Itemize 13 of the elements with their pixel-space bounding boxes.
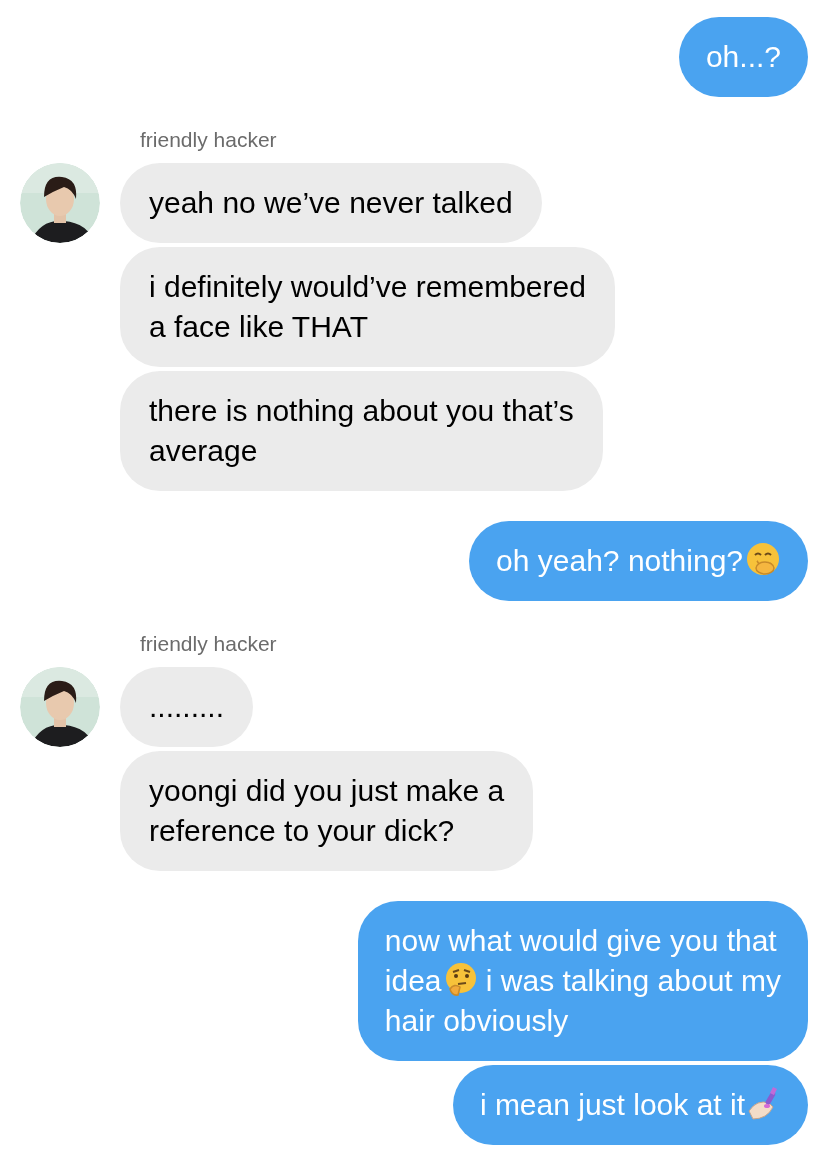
message-bubble: yoongi did you just make a reference to your dick?: [120, 751, 534, 871]
message-bubble: i mean just look at it: [452, 1065, 808, 1145]
message-bubble: oh yeah? nothing?: [469, 521, 808, 601]
message-bubble: .........: [120, 667, 253, 747]
giggle-emoji-icon: [745, 541, 781, 577]
message-bubble: yeah no we’ve never talked: [120, 163, 542, 243]
message-bubble: oh...?: [678, 17, 808, 97]
sender-name: friendly hacker: [139, 127, 278, 153]
message-bubble: now what would give you that idea i was talking about my hair obviously: [357, 901, 808, 1061]
message-bubble: there is nothing about you that’s average: [120, 371, 603, 491]
message-bubble: i definitely would’ve remembered a face like THAT: [120, 247, 615, 367]
thinking-emoji-icon: [443, 961, 478, 997]
sender-name: friendly hacker: [139, 631, 278, 657]
